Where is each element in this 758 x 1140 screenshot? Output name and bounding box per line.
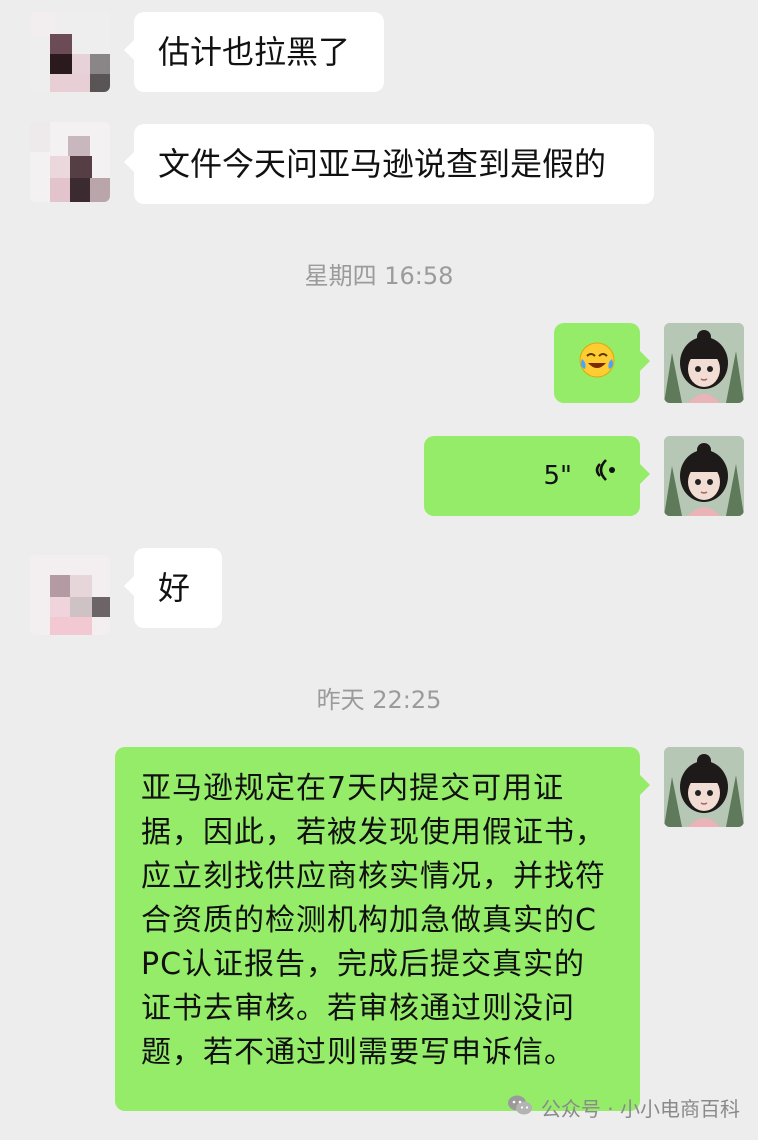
girl-avatar-icon (664, 436, 744, 516)
girl-avatar-icon (664, 747, 744, 827)
my-avatar[interactable] (664, 747, 744, 827)
message-text: 亚马逊规定在7天内提交可用证据，因此，若被发现使用假证书，应立刻找供应商核实情况… (141, 771, 606, 1070)
message-bubble[interactable]: 好 (124, 548, 222, 628)
watermark-text: 公众号 · 小小电商百科 (540, 1097, 740, 1121)
voice-duration: 5" (543, 461, 572, 491)
message-bubble[interactable]: 文件今天问亚马逊说查到是假的 (124, 124, 654, 204)
crying-laughing-emoji (578, 341, 616, 385)
chat-area: 估计也拉黑了 文件今天问亚马逊说查到是假的 星期四 16:58 5" 好 昨天 … (0, 0, 758, 1140)
message-bubble[interactable]: 亚马逊规定在7天内提交可用证据，因此，若被发现使用假证书，应立刻找供应商核实情况… (115, 747, 650, 1111)
message-bubble[interactable]: 估计也拉黑了 (124, 12, 384, 92)
girl-avatar-icon (664, 323, 744, 403)
my-avatar[interactable] (664, 323, 744, 403)
wechat-icon (507, 1094, 533, 1121)
timestamp: 星期四 16:58 (304, 262, 454, 290)
my-avatar[interactable] (664, 436, 744, 516)
voice-message-bubble[interactable]: 5" (424, 436, 650, 516)
message-text: 估计也拉黑了 (158, 33, 351, 71)
contact-avatar[interactable] (30, 555, 110, 635)
message-text: 好 (158, 569, 191, 607)
watermark: 公众号 · 小小电商百科 (507, 1093, 740, 1122)
message-bubble[interactable] (554, 323, 650, 403)
voice-wave-icon (592, 455, 616, 497)
contact-avatar[interactable] (30, 12, 110, 92)
message-text: 文件今天问亚马逊说查到是假的 (158, 145, 607, 183)
timestamp: 昨天 22:25 (316, 686, 442, 714)
contact-avatar[interactable] (30, 122, 110, 202)
